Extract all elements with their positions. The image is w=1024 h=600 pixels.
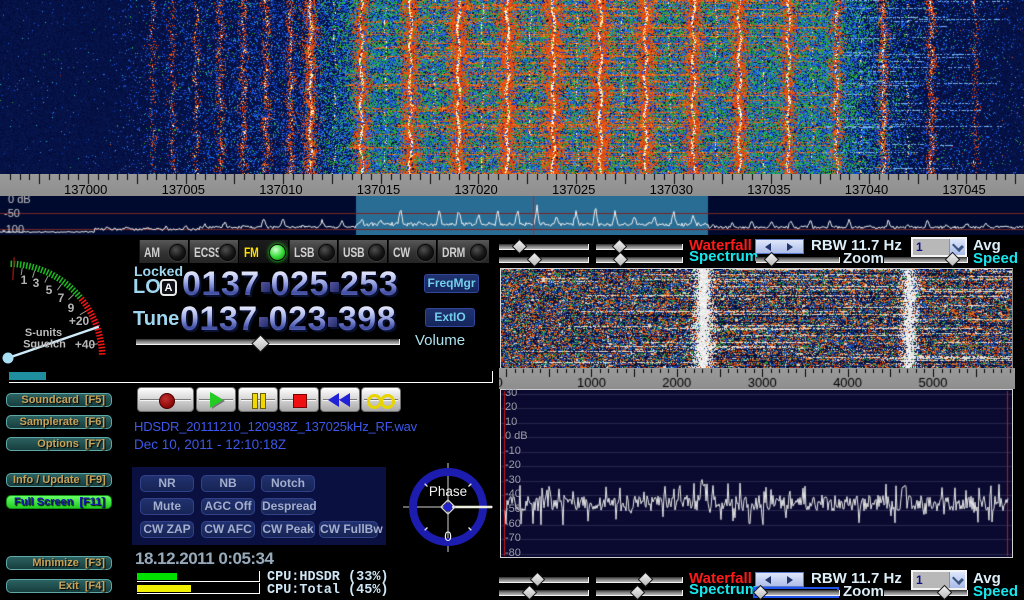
svg-text:1: 1: [21, 273, 28, 287]
svg-text:S-units: S-units: [25, 327, 62, 339]
svg-text:7: 7: [58, 291, 65, 305]
svg-text:Squelch: Squelch: [23, 339, 66, 351]
svg-text:9: 9: [68, 301, 75, 315]
svg-text:3: 3: [33, 276, 40, 290]
svg-text:5: 5: [46, 283, 53, 297]
svg-text:+20: +20: [69, 314, 90, 328]
svg-text:+40: +40: [75, 338, 96, 352]
svg-text:Phase: Phase: [429, 484, 467, 499]
svg-text:0: 0: [444, 529, 452, 544]
